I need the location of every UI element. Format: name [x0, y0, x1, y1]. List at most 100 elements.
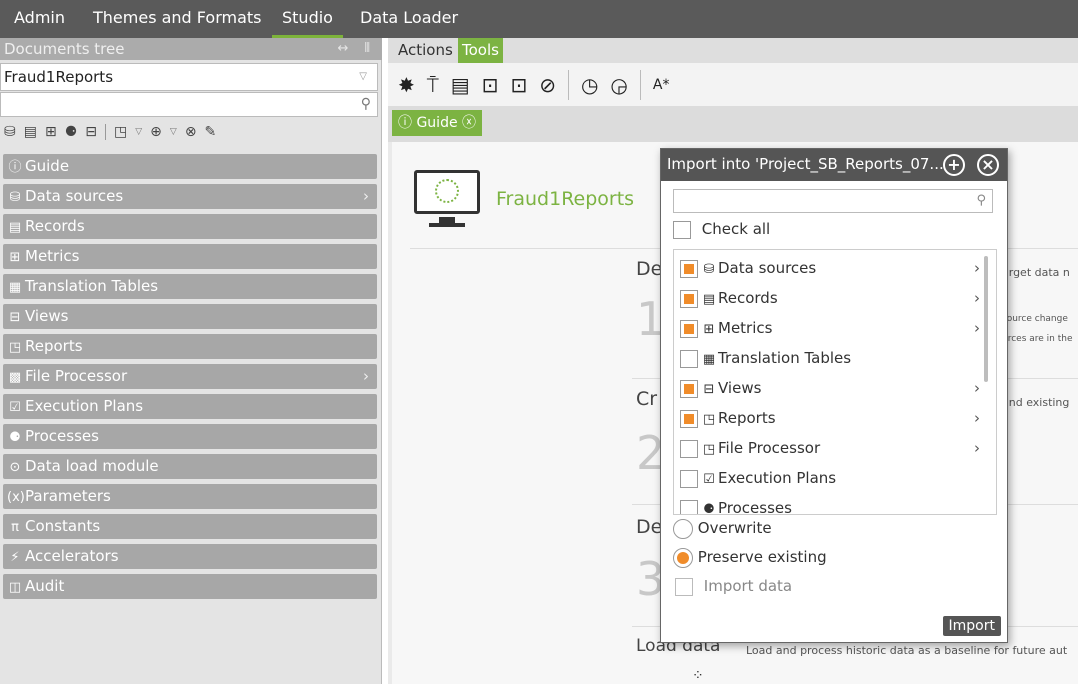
check-all-checkbox[interactable]: [673, 220, 691, 239]
item-checkbox[interactable]: [680, 259, 698, 278]
sidebar-item-data-load-module[interactable]: ⊙ Data load module: [3, 454, 377, 479]
download-icon[interactable]: ◶: [610, 73, 627, 97]
metrics-icon[interactable]: ⊞: [45, 124, 57, 140]
close-icon[interactable]: ×: [977, 154, 999, 176]
overwrite-option[interactable]: Overwrite: [673, 517, 772, 539]
check-all-row[interactable]: Check all: [673, 219, 770, 239]
sidebar-item-data-sources[interactable]: ⛁ Data sources ›: [3, 184, 377, 209]
chevron-down-icon[interactable]: ▽: [359, 64, 367, 90]
database-icon[interactable]: ⛁: [4, 124, 16, 140]
ribbon-tabs: Actions Tools: [388, 38, 1078, 63]
item-checkbox[interactable]: [680, 409, 698, 428]
chevron-right-icon[interactable]: ›: [974, 436, 980, 460]
chevron-right-icon[interactable]: ›: [363, 184, 369, 209]
search-icon[interactable]: ⚲: [976, 193, 986, 208]
sidebar-item-records[interactable]: ▤ Records: [3, 214, 377, 239]
item-checkbox[interactable]: [680, 349, 698, 368]
chevron-right-icon[interactable]: ›: [363, 364, 369, 389]
sidebar-item-parameters[interactable]: (x)Parameters: [3, 484, 377, 509]
import-item-processes[interactable]: ⚈ Processes: [680, 496, 980, 514]
export-icon[interactable]: ⊡: [482, 73, 499, 97]
import-item-views[interactable]: ⊟ Views ›: [680, 376, 980, 400]
preserve-existing-radio[interactable]: [673, 547, 693, 568]
import-data-checkbox[interactable]: [675, 577, 693, 596]
item-checkbox[interactable]: [680, 289, 698, 308]
chevron-right-icon[interactable]: ›: [974, 256, 980, 280]
link-icon[interactable]: ⊘: [539, 73, 556, 97]
import-item-translation-tables[interactable]: ▦ Translation Tables: [680, 346, 980, 370]
item-checkbox[interactable]: [680, 379, 698, 398]
import-item-execution-plans[interactable]: ☑ Execution Plans: [680, 466, 980, 490]
item-checkbox[interactable]: [680, 439, 698, 458]
search-icon[interactable]: ⚲: [361, 96, 371, 112]
panel-dock-controls[interactable]: ↔ ⫴: [338, 38, 377, 60]
records-icon: ▤: [8, 220, 22, 235]
import-button[interactable]: Import: [942, 616, 1001, 636]
sidebar-item-constants[interactable]: π Constants: [3, 514, 377, 539]
tab-actions[interactable]: Actions: [394, 38, 457, 63]
tab-admin[interactable]: Admin: [14, 0, 65, 38]
sidebar-item-translation-tables[interactable]: ▦ Translation Tables: [3, 274, 377, 299]
sidebar-item-reports[interactable]: ◳ Reports: [3, 334, 377, 359]
panel-title: Documents tree ↔ ⫴: [0, 38, 382, 60]
import-item-reports[interactable]: ◳ Reports ›: [680, 406, 980, 430]
step-1-text-c: urces are in the: [1002, 334, 1073, 344]
sidebar-item-execution-plans[interactable]: ☑ Execution Plans: [3, 394, 377, 419]
tab-themes-and-formats[interactable]: Themes and Formats: [93, 0, 262, 38]
dialog-search-input[interactable]: ⚲: [673, 189, 993, 213]
tab-guide[interactable]: ⓘ Guide ⓧ: [392, 110, 483, 136]
processes-icon: ⚈: [9, 430, 21, 445]
import-item-data-sources[interactable]: ⛁ Data sources ›: [680, 256, 980, 280]
chevron-down-icon[interactable]: ▽: [170, 127, 177, 137]
import-item-metrics[interactable]: ⊞ Metrics ›: [680, 316, 980, 340]
chevron-right-icon[interactable]: ›: [974, 376, 980, 400]
list-scrollbar[interactable]: [984, 256, 988, 382]
tab-studio[interactable]: Studio: [272, 0, 343, 38]
item-checkbox[interactable]: [680, 319, 698, 338]
translate-icon[interactable]: A*: [653, 77, 670, 93]
pin-icon[interactable]: ⍑: [427, 73, 439, 97]
tab-tools[interactable]: Tools: [458, 38, 503, 63]
sidebar-item-processes[interactable]: ⚈ Processes: [3, 424, 377, 449]
sidebar-item-views[interactable]: ⊟ Views: [3, 304, 377, 329]
chevron-down-icon[interactable]: ▽: [135, 127, 142, 137]
sidebar-item-audit[interactable]: ◫ Audit: [3, 574, 377, 599]
close-icon[interactable]: ⓧ: [462, 115, 476, 131]
upload-icon[interactable]: ◷: [581, 73, 598, 97]
chevron-right-icon[interactable]: ›: [974, 316, 980, 340]
sidebar-item-file-processor[interactable]: ▩ File Processor ›: [3, 364, 377, 389]
item-checkbox[interactable]: [680, 499, 698, 514]
sidebar-item-accelerators[interactable]: ⚡ Accelerators: [3, 544, 377, 569]
tree-search-input[interactable]: ⚲: [0, 92, 378, 117]
settings-icon[interactable]: ✸: [398, 73, 415, 97]
chevron-right-icon[interactable]: ›: [974, 406, 980, 430]
records-icon[interactable]: ▤: [24, 124, 37, 140]
panel-title-text: Documents tree: [4, 40, 125, 58]
document-icon[interactable]: ▤: [451, 73, 470, 97]
sidebar-item-label: Execution Plans: [25, 397, 144, 415]
import-icon[interactable]: ⊡: [510, 73, 527, 97]
dialog-header: Import into 'Project_SB_Reports_07... + …: [661, 149, 1007, 181]
item-label: Execution Plans: [718, 469, 837, 487]
sidebar-item-label: Translation Tables: [25, 277, 159, 295]
import-data-row[interactable]: Import data: [675, 576, 792, 596]
preserve-existing-option[interactable]: Preserve existing: [673, 546, 827, 568]
import-item-file-processor[interactable]: ◳ File Processor ›: [680, 436, 980, 460]
import-item-list[interactable]: ⛁ Data sources › ▤ Records › ⊞ Metrics › ▦ Transla…: [673, 249, 997, 515]
document-select[interactable]: Fraud1Reports ▽: [0, 63, 378, 91]
views-icon[interactable]: ⊟: [85, 124, 97, 140]
import-item-records[interactable]: ▤ Records ›: [680, 286, 980, 310]
processes-icon[interactable]: ⚈: [65, 124, 78, 140]
item-checkbox[interactable]: [680, 469, 698, 488]
new-folder-icon[interactable]: ◳: [114, 124, 127, 140]
chevron-right-icon[interactable]: ›: [974, 286, 980, 310]
tab-data-loader[interactable]: Data Loader: [360, 0, 458, 38]
add-icon[interactable]: +: [943, 154, 965, 176]
metrics-icon: ⊞: [9, 250, 21, 265]
sidebar-item-guide[interactable]: ⓘ Guide: [3, 154, 377, 179]
overwrite-radio[interactable]: [673, 518, 693, 539]
delete-icon[interactable]: ⊗: [185, 124, 197, 140]
add-icon[interactable]: ⊕: [150, 124, 162, 140]
sidebar-item-metrics[interactable]: ⊞ Metrics: [3, 244, 377, 269]
edit-icon[interactable]: ✎: [205, 124, 217, 140]
